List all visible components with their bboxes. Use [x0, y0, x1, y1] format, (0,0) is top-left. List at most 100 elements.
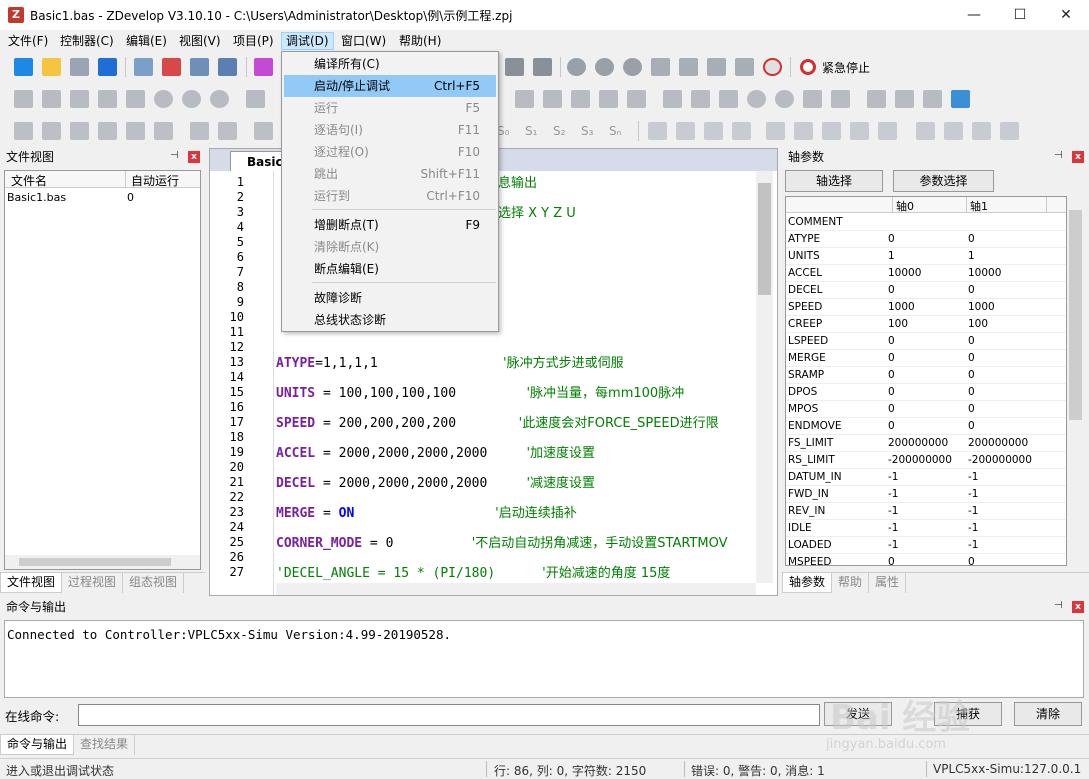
- online-command-input[interactable]: [78, 704, 820, 726]
- axis-select-button[interactable]: 轴选择: [785, 170, 883, 192]
- delete-line-icon[interactable]: [972, 122, 991, 140]
- network-icon[interactable]: [134, 58, 153, 76]
- ladder-contact-icon[interactable]: [766, 122, 785, 140]
- code-line[interactable]: 选择 X Y Z U: [498, 202, 576, 221]
- table-row[interactable]: DATUM_IN -1 -1: [786, 469, 1066, 486]
- tab-config-view[interactable]: 组态视图: [123, 573, 185, 593]
- step-over-icon[interactable]: [679, 58, 698, 76]
- layers-icon[interactable]: [923, 90, 942, 108]
- same-width-icon[interactable]: [190, 122, 209, 140]
- table-row[interactable]: MSPEED 0 0: [786, 554, 1066, 565]
- code-line[interactable]: MERGE = ON '启动连续插补: [276, 502, 577, 521]
- menu-file[interactable]: 文件(F): [4, 32, 52, 50]
- refresh-icon[interactable]: [951, 90, 970, 108]
- close-icon[interactable]: x: [1072, 601, 1084, 613]
- ladder-contact-icon[interactable]: [732, 122, 751, 140]
- target-icon[interactable]: [567, 58, 586, 76]
- widget-icon[interactable]: [543, 90, 562, 108]
- s2-icon[interactable]: S₂: [553, 124, 565, 138]
- slider-widget-icon[interactable]: [719, 90, 738, 108]
- table-row[interactable]: FS_LIMIT 200000000 200000000: [786, 435, 1066, 452]
- code-line[interactable]: SPEED = 200,200,200,200 '此速度会对FORCE_SPEE…: [276, 412, 719, 431]
- column-header-filename[interactable]: 文件名: [11, 172, 47, 189]
- table-row[interactable]: DECEL 0 0: [786, 282, 1066, 299]
- output-console[interactable]: Connected to Controller:VPLC5xx-Simu Ver…: [4, 620, 1084, 698]
- table-row[interactable]: FWD_IN -1 -1: [786, 486, 1066, 503]
- table-row[interactable]: MPOS 0 0: [786, 401, 1066, 418]
- table-row[interactable]: REV_IN -1 -1: [786, 503, 1066, 520]
- ladder-coil-icon[interactable]: [822, 122, 841, 140]
- numeric-input-icon[interactable]: [663, 90, 682, 108]
- debug-menu-item[interactable]: 清除断点(K): [284, 236, 496, 258]
- polyline-icon[interactable]: [42, 90, 61, 108]
- new-file-icon[interactable]: [14, 58, 33, 76]
- table-row[interactable]: LSPEED 0 0: [786, 333, 1066, 350]
- close-icon[interactable]: x: [188, 151, 200, 163]
- minimize-button[interactable]: —: [951, 0, 997, 30]
- ladder-contact-icon[interactable]: [704, 122, 723, 140]
- save-icon[interactable]: [70, 58, 89, 76]
- tab-properties[interactable]: 属性: [869, 573, 907, 593]
- table-row[interactable]: SRAMP 0 0: [786, 367, 1066, 384]
- debug-menu-item[interactable]: 断点编辑(E): [284, 258, 496, 280]
- close-icon[interactable]: x: [1072, 151, 1084, 163]
- add-node-icon[interactable]: [162, 58, 181, 76]
- arc-icon[interactable]: [182, 90, 201, 108]
- text-widget-icon[interactable]: [867, 90, 886, 108]
- same-size-icon[interactable]: [254, 122, 273, 140]
- align-right-icon[interactable]: [154, 122, 173, 140]
- menu-edit[interactable]: 编辑(E): [122, 32, 171, 50]
- ladder-function-icon[interactable]: [850, 122, 869, 140]
- horizontal-scrollbar[interactable]: [5, 555, 200, 569]
- column-header-autorun[interactable]: 自动运行: [131, 172, 179, 189]
- close-button[interactable]: ✕: [1043, 0, 1089, 30]
- column-header-axis1[interactable]: 轴1: [970, 198, 988, 214]
- pin-icon[interactable]: ⊣: [1054, 150, 1063, 161]
- scrollbar-thumb[interactable]: [1069, 210, 1082, 420]
- align-bottom-icon[interactable]: [98, 122, 117, 140]
- code-line[interactable]: CORNER_MODE = 0 '不启动自动拐角减速，手动设置STARTMOV: [276, 532, 727, 551]
- tab-process-view[interactable]: 过程视图: [62, 573, 124, 593]
- emergency-stop-icon[interactable]: [800, 59, 816, 75]
- clear-button[interactable]: 清除: [1014, 702, 1082, 726]
- align-left-icon[interactable]: [14, 122, 33, 140]
- table-row[interactable]: Basic1.bas 0: [5, 191, 200, 207]
- align-middle-icon[interactable]: [126, 122, 145, 140]
- curve-icon[interactable]: [126, 90, 145, 108]
- column-header-axis0[interactable]: 轴0: [896, 198, 914, 214]
- menu-project[interactable]: 项目(P): [229, 32, 278, 50]
- debug-menu-item[interactable]: 跳出 Shift+F11: [284, 163, 496, 185]
- table-row[interactable]: UNITS 1 1: [786, 248, 1066, 265]
- table-row[interactable]: ENDMOVE 0 0: [786, 418, 1066, 435]
- emergency-stop-button[interactable]: 紧急停止: [822, 59, 870, 76]
- debug-menu-item[interactable]: 故障诊断: [284, 287, 496, 309]
- ladder-output-icon[interactable]: [878, 122, 897, 140]
- no-entry-icon[interactable]: [763, 58, 782, 76]
- hexagon-icon[interactable]: [98, 90, 117, 108]
- s1-icon[interactable]: S₁: [525, 124, 537, 138]
- download-icon[interactable]: [190, 58, 209, 76]
- table-row[interactable]: DPOS 0 0: [786, 384, 1066, 401]
- button-widget-icon[interactable]: [571, 90, 590, 108]
- code-line[interactable]: 息输出: [498, 172, 537, 191]
- cad-icon[interactable]: [831, 90, 850, 108]
- table-row[interactable]: IDLE -1 -1: [786, 520, 1066, 537]
- debug-menu-item[interactable]: 运行 F5: [284, 97, 496, 119]
- step-into-icon[interactable]: [651, 58, 670, 76]
- debug-menu-item[interactable]: 逐过程(O) F10: [284, 141, 496, 163]
- horizontal-scrollbar[interactable]: [276, 583, 756, 595]
- tab-axis-params[interactable]: 轴参数: [782, 573, 833, 593]
- pause-icon[interactable]: [623, 58, 642, 76]
- ladder-hline-icon[interactable]: [916, 122, 935, 140]
- tab-find-results[interactable]: 查找结果: [74, 735, 136, 755]
- vertical-scrollbar[interactable]: [756, 171, 773, 583]
- tab-command-output[interactable]: 命令与输出: [0, 735, 75, 755]
- widget-icon[interactable]: [515, 90, 534, 108]
- code-line[interactable]: 'DECEL_ANGLE = 15 * (PI/180) '开始减速的角度 15…: [276, 562, 670, 581]
- debug-menu-item[interactable]: 增删断点(T) F9: [284, 214, 496, 236]
- table-row[interactable]: COMMENT: [786, 214, 1066, 231]
- step-forward-icon[interactable]: [533, 58, 552, 76]
- table-row[interactable]: ACCEL 10000 10000: [786, 265, 1066, 282]
- menu-view[interactable]: 视图(V): [175, 32, 225, 50]
- bluetooth-icon[interactable]: [1000, 122, 1019, 140]
